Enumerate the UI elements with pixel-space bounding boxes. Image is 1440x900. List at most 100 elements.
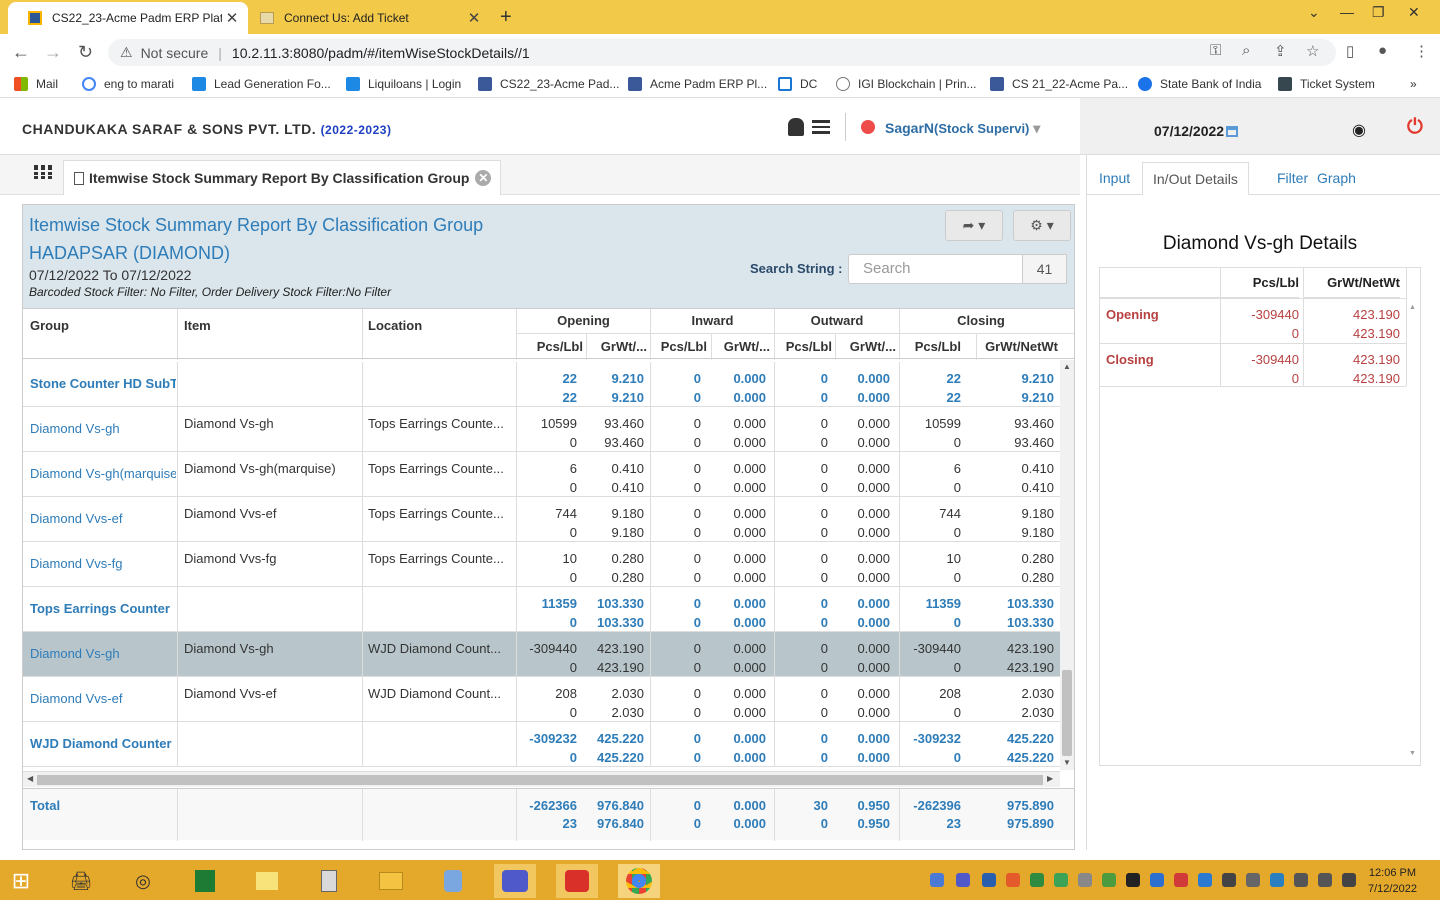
scroll-thumb[interactable]	[37, 775, 1043, 785]
horizontal-scrollbar[interactable]: ◀ ▶	[23, 771, 1060, 787]
tray-icon[interactable]	[1102, 873, 1116, 887]
start-icon[interactable]: ⊞	[0, 864, 42, 898]
bookmark-cs21[interactable]: CS 21_22-Acme Pa...	[990, 77, 1128, 91]
scroll-down-icon[interactable]: ▼	[1409, 750, 1416, 757]
sticky-notes-icon[interactable]	[246, 864, 288, 898]
profile-icon[interactable]: ●	[1378, 42, 1387, 59]
col-group[interactable]: Group	[30, 318, 69, 333]
subtotal-row[interactable]: WJD Diamond Counter -309232 0 425.220 425.22…	[23, 722, 1060, 767]
user-menu[interactable]: SagarN(Stock Supervi) ▾	[885, 120, 1040, 137]
omnibox[interactable]: ⚠ Not secure | 10.2.11.3:8080/padm/#/ite…	[108, 39, 1336, 66]
tray-icon[interactable]	[1078, 873, 1092, 887]
wifi-icon[interactable]	[1294, 873, 1308, 887]
forward-icon[interactable]: →	[44, 42, 62, 63]
browser-tab-ticket[interactable]: Connect Us: Add Ticket ✕	[250, 2, 490, 34]
scroll-thumb[interactable]	[1062, 670, 1072, 756]
table-row[interactable]: Diamond Vs-gh Diamond Vs-gh Tops Earrings …	[23, 407, 1060, 452]
settings-button[interactable]: ⚙ ▾	[1013, 210, 1071, 241]
cell-group[interactable]: WJD Diamond Counter	[30, 736, 176, 751]
power-icon[interactable]: ⏻	[1407, 116, 1423, 139]
bluetooth-icon[interactable]	[982, 873, 996, 887]
browser-tab-erp[interactable]: CS22_23-Acme Padm ERP Platfor ✕	[8, 2, 248, 34]
cell-group[interactable]: Diamond Vvs-ef	[30, 691, 176, 706]
subtotal-row[interactable]: Tops Earrings Counter 11359 0 103.330 103.33…	[23, 587, 1060, 632]
subtotal-row[interactable]: Stone Counter HD SubT 22 22 9.210 9.210 0 0 0.0…	[23, 362, 1060, 407]
scroll-left-icon[interactable]: ◀	[27, 774, 33, 783]
back-icon[interactable]: ←	[12, 42, 30, 63]
close-window-icon[interactable]: ✕	[1408, 4, 1420, 21]
printer-icon[interactable]: 🖨	[60, 864, 102, 898]
tray-icon[interactable]	[930, 873, 944, 887]
tray-icon[interactable]	[956, 873, 970, 887]
reload-icon[interactable]: ↻	[78, 42, 93, 63]
minimize-icon[interactable]: —	[1340, 4, 1354, 20]
close-tab-icon[interactable]: ✕	[464, 9, 484, 27]
table-row[interactable]: Diamond Vvs-ef Diamond Vvs-ef Tops Earring…	[23, 497, 1060, 542]
zoom-icon[interactable]: ⌕	[1242, 42, 1250, 59]
col-closing-pcs[interactable]: Pcs/Lbl	[900, 339, 961, 354]
sidepanel-icon[interactable]: ▯	[1346, 42, 1354, 60]
col-outward-grwt[interactable]: GrWt/...	[836, 339, 896, 354]
scroll-right-icon[interactable]: ▶	[1047, 774, 1053, 783]
cell-group[interactable]: Diamond Vvs-ef	[30, 511, 176, 526]
new-tab-button[interactable]: +	[500, 6, 512, 29]
bookmark-marati[interactable]: eng to marati	[82, 77, 174, 91]
tray-icon[interactable]	[1174, 873, 1188, 887]
security-label[interactable]: Not secure	[141, 45, 209, 61]
list-icon[interactable]	[812, 120, 830, 134]
restore-icon[interactable]: ❐	[1372, 4, 1385, 21]
col-item[interactable]: Item	[184, 318, 211, 333]
share-icon[interactable]: ⇪	[1274, 42, 1287, 60]
tray-icon[interactable]	[1198, 873, 1212, 887]
webcam-icon[interactable]: ◎	[122, 864, 164, 898]
menu-icon[interactable]: ⋮	[1414, 42, 1429, 60]
col-location[interactable]: Location	[368, 318, 422, 333]
cell-group[interactable]: Diamond Vs-gh	[30, 421, 176, 436]
calendar-icon[interactable]	[1226, 126, 1239, 137]
table-row[interactable]: Diamond Vvs-fg Diamond Vvs-fg Tops Earring…	[23, 542, 1060, 587]
tab-inout-details[interactable]: In/Out Details	[1142, 162, 1249, 196]
col-inward-pcs[interactable]: Pcs/Lbl	[651, 339, 707, 354]
bookmark-dc[interactable]: DC	[778, 77, 817, 91]
more-bookmarks[interactable]: »	[1410, 77, 1417, 91]
chrome-icon[interactable]	[618, 864, 660, 898]
battery-icon[interactable]	[1318, 873, 1332, 887]
cell-group[interactable]: Stone Counter HD SubT	[30, 376, 176, 391]
cell-group[interactable]: Diamond Vs-gh(marquise	[30, 466, 176, 481]
scroll-up-icon[interactable]: ▲	[1409, 304, 1416, 311]
col-inward-grwt[interactable]: GrWt/...	[712, 339, 770, 354]
volume-icon[interactable]	[1342, 873, 1356, 887]
shield-icon[interactable]	[1150, 873, 1164, 887]
col-outward-pcs[interactable]: Pcs/Lbl	[775, 339, 832, 354]
cell-group[interactable]: Diamond Vvs-fg	[30, 556, 176, 571]
tab-input[interactable]: Input	[1089, 162, 1140, 196]
system-clock[interactable]: 12:06 PM 7/12/2022	[1368, 865, 1417, 897]
chevron-down-icon[interactable]: ⌄	[1308, 4, 1320, 21]
tray-icon[interactable]	[1030, 873, 1044, 887]
vertical-scrollbar[interactable]: ▲ ▼	[1060, 360, 1074, 770]
tray-icon[interactable]	[1054, 873, 1068, 887]
cell-group[interactable]: Diamond Vs-gh	[30, 646, 176, 661]
tray-icon[interactable]	[1126, 873, 1140, 887]
tray-icon[interactable]	[1006, 873, 1020, 887]
search-input[interactable]: Search	[848, 254, 1023, 284]
table-row[interactable]: Diamond Vs-gh(marquise Diamond Vs-gh(marq…	[23, 452, 1060, 497]
teams-icon[interactable]	[494, 864, 536, 898]
file-explorer-icon[interactable]	[370, 864, 412, 898]
col-closing-grwt[interactable]: GrWt/NetWt	[977, 339, 1058, 354]
scroll-up-icon[interactable]: ▲	[1063, 362, 1071, 371]
col-opening-grwt[interactable]: GrWt/...	[587, 339, 647, 354]
bell-icon[interactable]	[788, 118, 804, 136]
bookmark-sbi[interactable]: State Bank of India	[1138, 77, 1261, 91]
bookmark-cs22[interactable]: CS22_23-Acme Pad...	[478, 77, 619, 91]
bookmark-liquiloans[interactable]: Liquiloans | Login	[346, 77, 461, 91]
cell-group[interactable]: Tops Earrings Counter	[30, 601, 176, 616]
close-tab-icon[interactable]: ✕	[222, 9, 242, 27]
tab-itemwise-report[interactable]: Itemwise Stock Summary Report By Classif…	[63, 160, 501, 195]
bookmark-mail[interactable]: Mail	[14, 77, 58, 91]
spreadsheet-icon[interactable]	[184, 864, 226, 898]
tab-graph[interactable]: Graph	[1307, 162, 1366, 196]
key-icon[interactable]: ⚿	[1210, 42, 1221, 59]
bookmark-leadgen[interactable]: Lead Generation Fo...	[192, 77, 331, 91]
warning-icon[interactable]: ⚠	[120, 44, 133, 61]
